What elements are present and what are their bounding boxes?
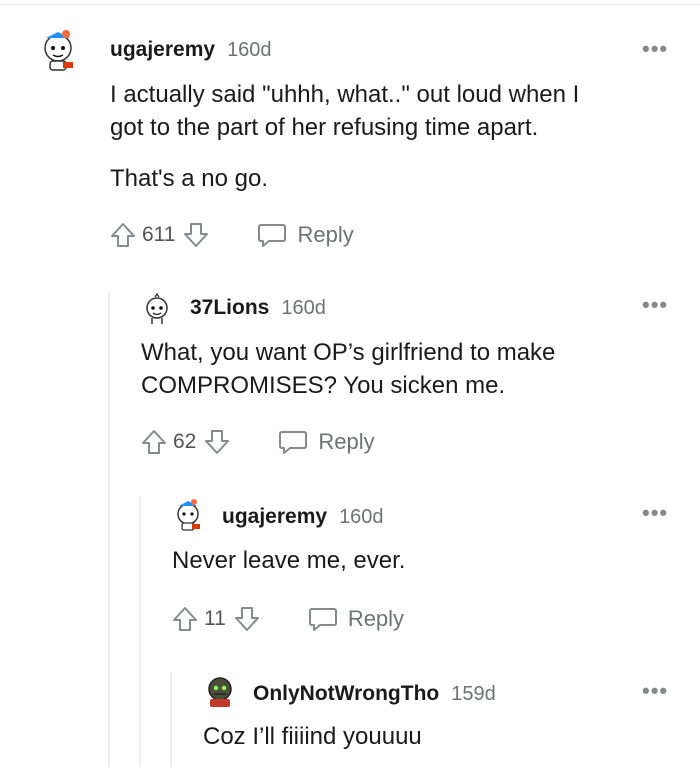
comment-age: 160d <box>227 39 272 61</box>
comment: ugajeremy 160d ••• Never leave me, ever.… <box>0 488 700 658</box>
more-options-button[interactable]: ••• <box>642 292 668 318</box>
comment-body: Coz I’ll fiiiind youuuu <box>203 720 673 753</box>
username[interactable]: OnlyNotWrongTho <box>253 682 439 706</box>
reply-button[interactable]: Reply <box>278 429 375 455</box>
upvote-icon[interactable] <box>110 222 136 248</box>
reply-label: Reply <box>347 606 405 631</box>
comment-body-paragraph: That's a no go. <box>110 165 269 192</box>
more-options-button[interactable]: ••• <box>642 500 668 526</box>
vote-score: 11 <box>204 607 226 630</box>
upvote-icon[interactable] <box>172 606 198 632</box>
reply-label: Reply <box>297 222 354 247</box>
robot-avatar-icon[interactable] <box>36 28 80 72</box>
username[interactable]: ugajeremy <box>222 505 327 529</box>
robot-avatar-icon[interactable] <box>171 498 205 532</box>
comment-body: What, you want OP’s girlfriend to make C… <box>141 336 681 402</box>
comment-age: 160d <box>281 297 326 319</box>
downvote-icon[interactable] <box>183 222 209 248</box>
reply-label: Reply <box>318 429 375 454</box>
comment-age: 159d <box>451 683 496 705</box>
username[interactable]: 37Lions <box>190 296 269 320</box>
comment-body-line: COMPROMISES? You sicken me. <box>141 372 506 399</box>
robot-avatar-icon[interactable] <box>140 293 174 327</box>
chat-bubble-icon <box>308 608 337 631</box>
comment: ugajeremy 160d ••• I actually said "uhhh… <box>0 0 700 290</box>
comment: 37Lions 160d ••• What, you want OP’s gir… <box>0 280 700 480</box>
comment: OnlyNotWrongTho 159d ••• Coz I’ll fiiiin… <box>0 664 700 767</box>
comment-body: I actually said "uhhh, what.." out loud … <box>110 78 680 144</box>
vote-score: 62 <box>173 430 197 453</box>
comment-body-line: got to the part of her refusing time apa… <box>110 114 539 141</box>
comment-body-line: I actually said "uhhh, what.." out loud … <box>110 81 580 108</box>
more-options-button[interactable]: ••• <box>642 678 668 704</box>
comment-body-line: Never leave me, ever. <box>172 547 406 574</box>
more-options-button[interactable]: ••• <box>642 36 668 62</box>
reply-button[interactable]: Reply <box>257 222 354 248</box>
vote-score: 611 <box>142 223 176 246</box>
downvote-icon[interactable] <box>204 429 230 455</box>
comment-body: Never leave me, ever. <box>172 544 672 577</box>
robot-avatar-icon[interactable] <box>203 674 237 708</box>
username[interactable]: ugajeremy <box>110 38 215 62</box>
chat-bubble-icon <box>258 224 287 247</box>
downvote-icon[interactable] <box>234 606 260 632</box>
chat-bubble-icon <box>279 431 308 454</box>
upvote-icon[interactable] <box>141 429 167 455</box>
comment-body-line: What, you want OP’s girlfriend to make <box>141 339 556 366</box>
comment-age: 160d <box>339 506 384 528</box>
comment-body-line: Coz I’ll fiiiind youuuu <box>203 723 422 750</box>
reply-button[interactable]: Reply <box>308 606 404 632</box>
